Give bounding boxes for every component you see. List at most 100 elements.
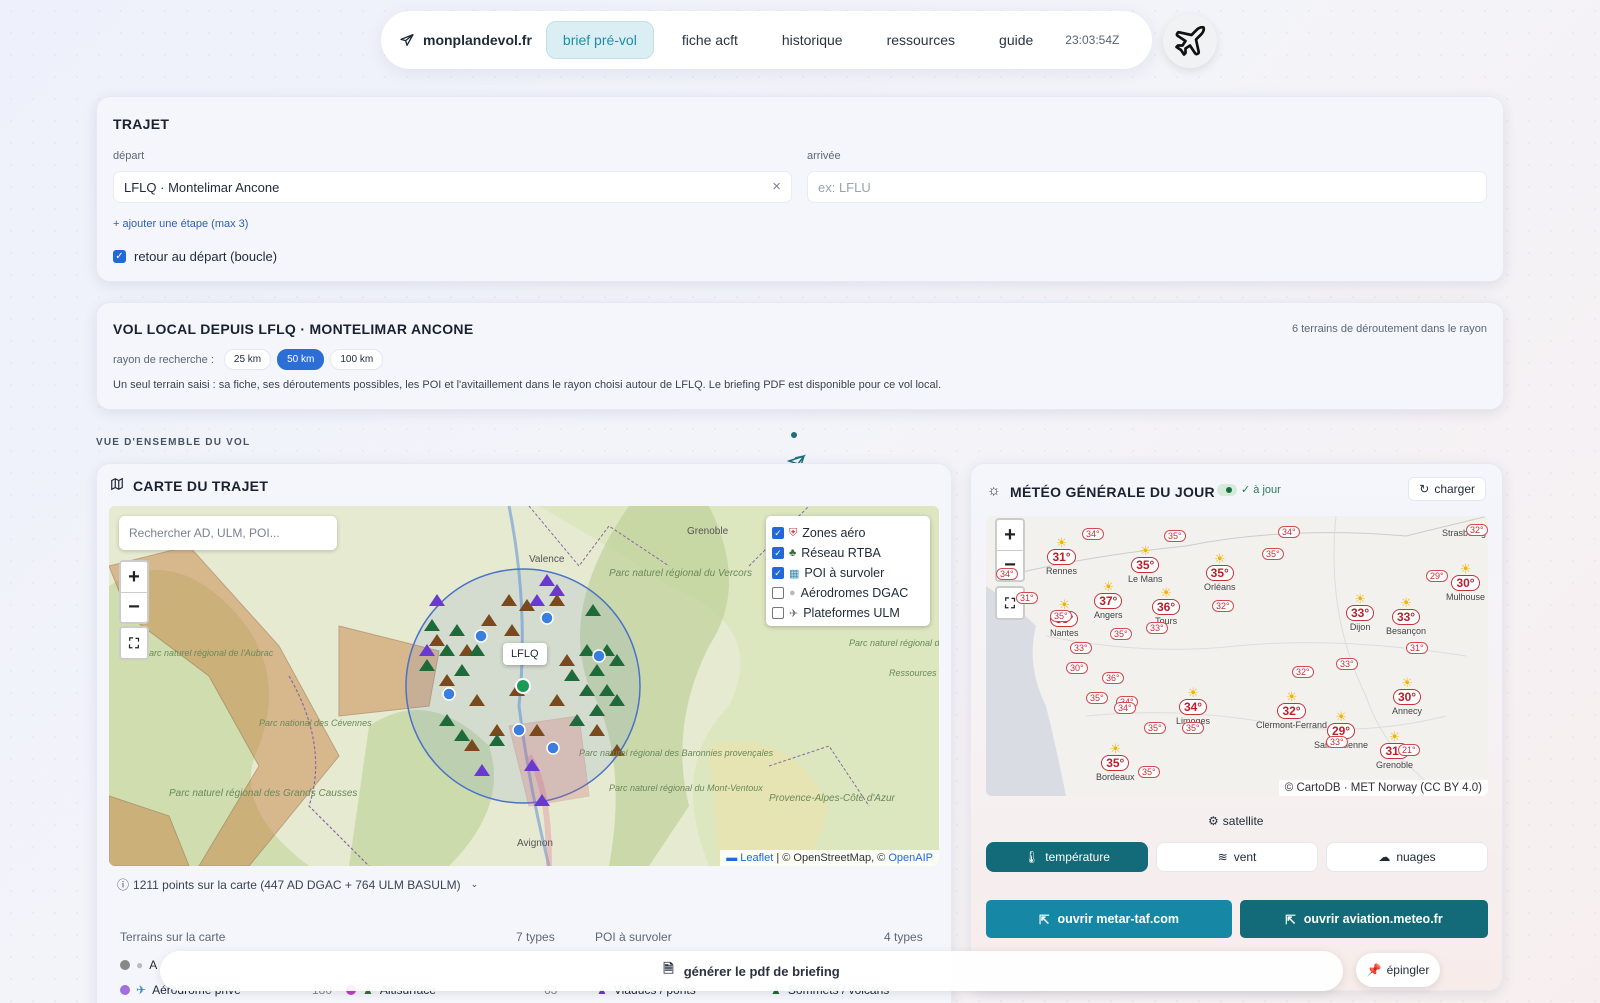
clear-icon[interactable]: × [772, 178, 781, 195]
leaflet-link[interactable]: Leaflet [740, 852, 773, 864]
checkbox-unchecked-icon[interactable] [772, 587, 784, 599]
zoom-out-button[interactable]: − [121, 592, 147, 622]
layer-label: Zones aéro [802, 526, 866, 540]
weather-status: ✓ à jour [1217, 483, 1281, 496]
airport-label-lflq[interactable]: LFLQ [503, 643, 547, 665]
small-temperature: 32° [1466, 524, 1488, 536]
generate-pdf-bar[interactable]: 🗎 générer le pdf de briefing [160, 951, 1343, 991]
legend-row-1: ● A [120, 958, 157, 972]
small-temperature: 33° [1070, 642, 1092, 654]
weather-city-marker[interactable]: ☀ 37° Angers [1094, 580, 1123, 620]
toggle-icon[interactable] [1217, 483, 1237, 496]
small-temperature: 36° [1102, 672, 1124, 684]
small-temperature: 31° [1406, 642, 1428, 654]
sun-icon: ☀ [1401, 675, 1413, 690]
checkbox-checked-icon[interactable]: ✓ [772, 527, 784, 539]
add-step-link[interactable]: + ajouter une étape (max 3) [113, 218, 248, 230]
satellite-toggle[interactable]: ⚙ satellite [1208, 814, 1263, 828]
tab-label: nuages [1396, 850, 1436, 864]
layer-zones-aero[interactable]: ✓ ⛨ Zones aéro [772, 523, 924, 543]
weather-city-marker[interactable]: ☀ 35° Bordeaux [1096, 742, 1135, 782]
sun-icon: ☀ [1285, 689, 1298, 704]
zoom-in-button[interactable]: + [121, 562, 147, 592]
city-name: Besançon [1386, 626, 1427, 636]
open-metar-taf-button[interactable]: ⇱ ouvrir metar-taf.com [986, 900, 1232, 938]
brand[interactable]: monplandevol.fr [399, 32, 532, 48]
fullscreen-icon[interactable]: ⛶ [121, 628, 147, 658]
map-attribution: ▬ Leaflet | © OpenStreetMap, © OpenAIP [720, 850, 939, 866]
weather-city-marker[interactable]: ☀ 33° Besançon [1386, 596, 1427, 636]
weather-city-marker[interactable]: ☀ 36° Tours [1152, 586, 1181, 626]
small-temperature: 34° [1114, 702, 1136, 714]
pin-button[interactable]: 📌 épingler [1356, 953, 1440, 987]
city-name: Le Mans [1128, 574, 1163, 584]
small-temperature: 35° [1164, 530, 1186, 542]
checkbox-checked-icon[interactable]: ✓ [772, 547, 784, 559]
weather-zoom-in-button[interactable]: + [997, 520, 1023, 550]
points-summary[interactable]: ⓘ 1211 points sur la carte (447 AD DGAC … [117, 876, 478, 893]
attribution-text: | © OpenStreetMap, © [773, 852, 889, 864]
sun-icon: ☀ [1055, 535, 1068, 550]
map-search-input[interactable]: Rechercher AD, ULM, POI... [119, 516, 337, 550]
weather-city-marker[interactable]: ☀ 31° Rennes [1046, 535, 1077, 576]
loop-checkbox[interactable]: ✓ retour au départ (boucle) [113, 249, 277, 264]
radius-50-km[interactable]: 50 km [277, 349, 325, 370]
city-temperature: 33° [1391, 609, 1421, 625]
open-aviation-meteo-button[interactable]: ⇱ ouvrir aviation.meteo.fr [1240, 900, 1488, 938]
poi-label: POI à survoler [595, 930, 672, 944]
checkbox-checked-icon[interactable]: ✓ [113, 250, 126, 263]
top-nav: monplandevol.fr brief pré-vol fiche acft… [381, 11, 1152, 69]
layer-plateformes-ulm[interactable]: ✈ Plateformes ULM [772, 603, 924, 623]
info-icon: ⓘ [117, 878, 130, 892]
layer-aerodromes-dgac[interactable]: ● Aérodromes DGAC [772, 583, 924, 603]
tab-ressources[interactable]: ressources [871, 22, 971, 58]
small-temperature: 35° [1182, 722, 1204, 734]
weather-map[interactable]: + − ⛶ ☀ 31° Rennes ☀ 35° Le Mans ☀ 35° Orléans ☀ 3… [986, 516, 1488, 796]
landscape-icon: ▦ [789, 567, 800, 580]
route-map[interactable]: Grenoble Valence Parc naturel régional d… [109, 506, 939, 866]
layer-label: Aérodromes DGAC [800, 586, 909, 600]
weather-city-marker[interactable]: ☀ 34° Limoges [1176, 686, 1210, 726]
map-label-avignon: Avignon [517, 838, 553, 849]
weather-tab-nuages[interactable]: ☁ nuages [1326, 842, 1488, 872]
small-temperature: 35° [1050, 610, 1072, 622]
city-temperature: 35° [1131, 557, 1160, 573]
plane-mode-button[interactable] [1163, 14, 1217, 68]
weather-city-marker[interactable]: ☀ 30° Annecy [1392, 675, 1423, 716]
shield-icon: ⛨ [789, 526, 798, 539]
weather-city-marker[interactable]: ☀ 30° Mulhouse [1446, 562, 1485, 602]
map-label-grenoble: Grenoble [687, 526, 729, 537]
city-name: Annecy [1392, 706, 1423, 716]
layer-label: Plateformes ULM [803, 606, 900, 620]
city-temperature: 33° [1346, 605, 1375, 621]
radius-25-km[interactable]: 25 km [223, 349, 272, 370]
reload-label: charger [1434, 482, 1475, 496]
tree-icon: ♣ [789, 547, 797, 559]
radius-100-km[interactable]: 100 km [330, 349, 384, 370]
tab-fiche-acft[interactable]: fiche acft [666, 22, 754, 58]
map-label-baronnies: Parc naturel régional des Baronnies prov… [579, 748, 774, 758]
weather-tab-vent[interactable]: ≋ vent [1156, 842, 1318, 872]
weather-city-marker[interactable]: ☀ 35° Orléans [1204, 552, 1236, 592]
weather-city-marker[interactable]: ☀ 33° Dijon [1346, 592, 1375, 632]
reload-button[interactable]: ↻ charger [1408, 477, 1486, 501]
openaip-link[interactable]: OpenAIP [888, 852, 933, 864]
sun-icon: ☀ [1139, 543, 1152, 558]
city-temperature: 31° [1047, 549, 1076, 565]
tab-historique[interactable]: historique [766, 22, 859, 58]
map-label-cevennes: Parc national des Cévennes [259, 718, 372, 728]
tab-brief-pre-vol[interactable]: brief pré-vol [545, 21, 654, 59]
city-name: Orléans [1204, 582, 1236, 592]
tab-guide[interactable]: guide [983, 22, 1049, 58]
depart-input[interactable]: LFLQ · Montelimar Ancone × [113, 171, 792, 203]
city-name: Nantes [1050, 628, 1079, 638]
layer-reseau-rtba[interactable]: ✓ ♣ Réseau RTBA [772, 543, 924, 563]
checkbox-unchecked-icon[interactable] [772, 607, 784, 619]
weather-title: MÉTÉO GÉNÉRALE DU JOUR [1010, 484, 1215, 500]
map-search-placeholder: Rechercher AD, ULM, POI... [129, 526, 280, 540]
layer-poi[interactable]: ✓ ▦ POI à survoler [772, 563, 924, 583]
weather-tab-temperature[interactable]: 🌡 température [986, 842, 1148, 872]
checkbox-checked-icon[interactable]: ✓ [772, 567, 784, 579]
weather-city-marker[interactable]: ☀ 35° Le Mans [1128, 543, 1163, 584]
arrivee-input[interactable]: ex: LFLU [807, 171, 1487, 203]
